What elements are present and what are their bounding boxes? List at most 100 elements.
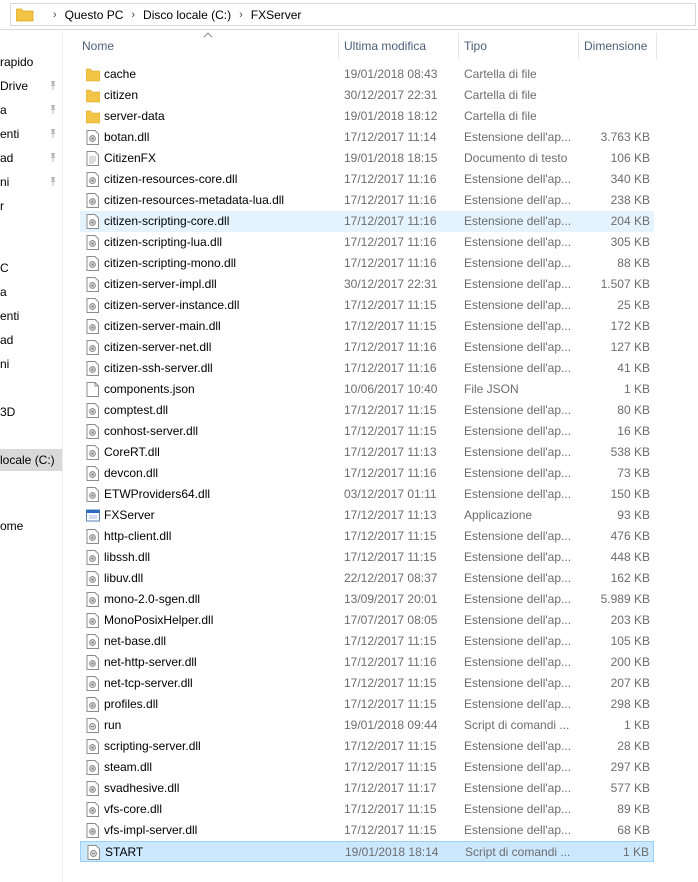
file-row[interactable]: server-data 19/01/2018 18:12 Cartella di f… [80,106,654,127]
file-name: svadhesive.dll [104,781,180,795]
file-row[interactable]: CoreRT.dll 17/12/2017 11:13 Estensione del… [80,442,654,463]
nav-item[interactable]: ad [0,329,62,351]
file-row[interactable]: run 19/01/2018 09:44 Script di comandi ...… [80,715,654,736]
breadcrumb-item[interactable]: Questo PC [65,8,124,22]
file-modified: 17/12/2017 11:15 [344,823,437,837]
column-modified[interactable]: Ultima modifica [338,31,426,61]
file-type: Estensione dell'ap... [464,802,572,816]
nav-item[interactable]: ad [0,147,62,169]
file-row[interactable]: net-base.dll 17/12/2017 11:15 Estensione d… [80,631,654,652]
nav-item[interactable]: a [0,281,62,303]
file-row[interactable]: comptest.dll 17/12/2017 11:15 Estensione d… [80,400,654,421]
file-row[interactable]: vfs-impl-server.dll 17/12/2017 11:15 Esten… [80,820,654,841]
file-modified: 17/12/2017 11:15 [344,634,437,648]
file-name: comptest.dll [104,403,169,417]
chevron-right-icon[interactable]: › [53,9,57,21]
file-row[interactable]: citizen-server-net.dll 17/12/2017 11:16 Es… [80,337,654,358]
file-row[interactable]: scripting-server.dll 17/12/2017 11:15 Este… [80,736,654,757]
address-bar[interactable]: › Questo PC › Disco locale (C:) › FXServer [0,0,698,30]
column-type[interactable]: Tipo [458,31,487,61]
file-modified: 17/12/2017 11:14 [344,130,437,144]
file-row[interactable]: MonoPosixHelper.dll 17/07/2017 08:05 Esten… [80,610,654,631]
breadcrumb-item[interactable]: FXServer [251,8,302,22]
file-row[interactable]: net-tcp-server.dll 17/12/2017 11:15 Estens… [80,673,654,694]
file-row[interactable]: citizen-scripting-mono.dll 17/12/2017 11:… [80,253,654,274]
file-row[interactable]: citizen-server-impl.dll 30/12/2017 22:31 E… [80,274,654,295]
nav-item[interactable]: ni [0,353,62,375]
column-name[interactable]: Nome [76,31,114,61]
nav-item[interactable]: ome [0,515,62,537]
file-row[interactable]: CitizenFX 19/01/2018 18:15 Documento di te… [80,148,654,169]
dll-file-icon [86,319,99,334]
dll-file-icon [86,634,99,649]
nav-item[interactable]: rapido [0,51,62,73]
file-name: citizen-server-instance.dll [104,298,240,312]
nav-item[interactable]: r [0,195,62,217]
dll-file-icon [86,655,99,670]
file-row[interactable]: citizen-server-instance.dll 17/12/2017 11… [80,295,654,316]
nav-item[interactable]: locale (C:) [0,449,62,471]
file-name: devcon.dll [104,466,159,480]
file-type: Estensione dell'ap... [464,550,572,564]
file-row[interactable]: components.json 10/06/2017 10:40 File JSON… [80,379,654,400]
sort-ascending-icon[interactable] [203,31,213,39]
file-row[interactable]: svadhesive.dll 17/12/2017 11:17 Estensione… [80,778,654,799]
file-row[interactable]: FXServer 17/12/2017 11:13 Applicazione 93 K… [80,505,654,526]
file-row[interactable]: citizen-resources-core.dll 17/12/2017 11:… [80,169,654,190]
file-row[interactable]: citizen-resources-metadata-lua.dll 17/12/… [80,190,654,211]
file-row[interactable]: libuv.dll 22/12/2017 08:37 Estensione dell… [80,568,654,589]
file-row[interactable]: libssh.dll 17/12/2017 11:15 Estensione del… [80,547,654,568]
file-size: 73 KB [617,466,650,480]
nav-item[interactable]: Drive [0,75,62,97]
file-row[interactable]: citizen-ssh-server.dll 17/12/2017 11:16 Es… [80,358,654,379]
file-size: 305 KB [610,235,650,249]
pin-icon [50,177,56,186]
dll-file-icon [86,361,99,376]
dll-file-icon [86,424,99,439]
nav-item[interactable]: ni [0,171,62,193]
file-row[interactable]: profiles.dll 17/12/2017 11:15 Estensione d… [80,694,654,715]
dll-file-icon [86,466,99,481]
file-row[interactable]: ETWProviders64.dll 03/12/2017 01:11 Estens… [80,484,654,505]
file-row[interactable]: START 19/01/2018 18:14 Script di comandi .… [80,841,654,862]
column-size[interactable]: Dimensione [578,31,647,61]
nav-item[interactable]: 3D [0,401,62,423]
file-type: Estensione dell'ap... [464,781,572,795]
file-row[interactable]: steam.dll 17/12/2017 11:15 Estensione dell… [80,757,654,778]
dll-file-icon [86,529,99,544]
file-row[interactable]: net-http-server.dll 17/12/2017 11:16 Esten… [80,652,654,673]
nav-item[interactable] [0,377,62,399]
file-name: vfs-core.dll [104,802,163,816]
nav-item[interactable] [0,473,62,495]
nav-item[interactable] [0,219,62,241]
file-modified: 19/01/2018 08:43 [344,67,438,81]
file-modified: 17/12/2017 11:15 [344,760,437,774]
nav-item[interactable] [0,425,62,447]
chevron-right-icon[interactable]: › [239,9,243,21]
dll-file-icon [86,298,99,313]
breadcrumb-item[interactable]: Disco locale (C:) [143,8,231,22]
file-row[interactable]: conhost-server.dll 17/12/2017 11:15 Estens… [80,421,654,442]
nav-item[interactable]: a [0,99,62,121]
chevron-right-icon[interactable]: › [131,9,135,21]
nav-item[interactable]: C [0,257,62,279]
file-row[interactable]: vfs-core.dll 17/12/2017 11:15 Estensione d… [80,799,654,820]
file-row[interactable]: cache 19/01/2018 08:43 Cartella di file [80,64,654,85]
file-row[interactable]: botan.dll 17/12/2017 11:14 Estensione dell… [80,127,654,148]
dll-file-icon [86,445,99,460]
file-row[interactable]: http-client.dll 17/12/2017 11:15 Estension… [80,526,654,547]
file-name: http-client.dll [104,529,172,543]
file-name: FXServer [104,508,155,522]
file-row[interactable]: citizen-scripting-lua.dll 17/12/2017 11:1… [80,232,654,253]
nav-item[interactable]: enti [0,305,62,327]
nav-item[interactable]: enti [0,123,62,145]
file-row[interactable]: mono-2.0-sgen.dll 13/09/2017 20:01 Estensi… [80,589,654,610]
file-row[interactable]: citizen 30/12/2017 22:31 Cartella di file [80,85,654,106]
address-box[interactable]: › Questo PC › Disco locale (C:) › FXServer [10,3,696,26]
file-type: Estensione dell'ap... [464,529,572,543]
column-divider[interactable] [656,33,657,59]
file-row[interactable]: citizen-scripting-core.dll 17/12/2017 11:… [80,211,654,232]
file-row[interactable]: citizen-server-main.dll 17/12/2017 11:15 E… [80,316,654,337]
file-type: Script di comandi ... [464,718,570,732]
file-row[interactable]: devcon.dll 17/12/2017 11:16 Estensione del… [80,463,654,484]
